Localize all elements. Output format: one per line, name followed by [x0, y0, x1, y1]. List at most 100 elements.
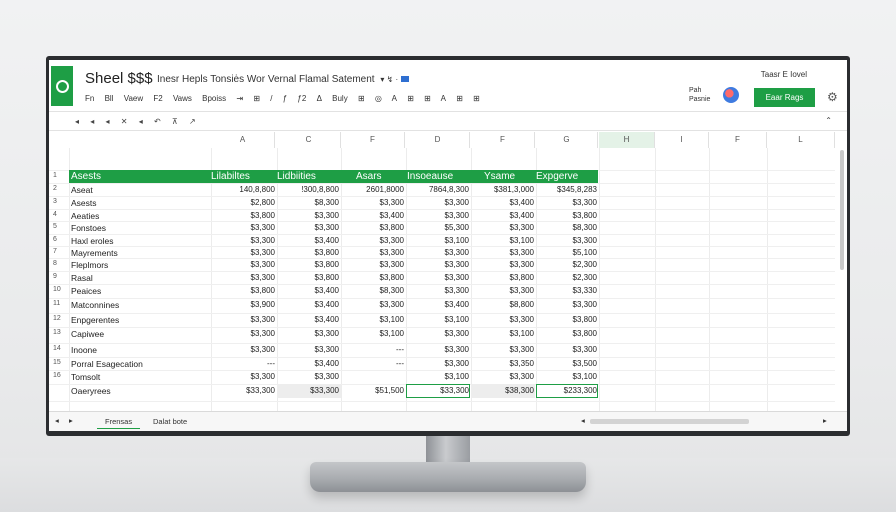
table-cell[interactable]: 140,8,800 [239, 185, 275, 194]
table-cell[interactable]: $5,300 [445, 223, 469, 232]
table-cell[interactable]: $51,500 [375, 386, 404, 395]
table-cell[interactable]: $3,300 [445, 211, 469, 220]
table-header-cell[interactable]: Asars [356, 170, 382, 183]
table-cell[interactable]: $3,300 [445, 198, 469, 207]
column-header[interactable]: D [406, 132, 470, 148]
toolbar-icon[interactable]: ⊞ [473, 94, 480, 103]
column-header[interactable]: F [471, 132, 535, 148]
undo-icon[interactable]: ◂ [75, 117, 79, 126]
row-number[interactable]: 7 [53, 248, 57, 255]
table-cell[interactable]: --- [396, 359, 404, 368]
table-cell[interactable]: $3,100 [445, 315, 469, 324]
table-cell[interactable]: $3,300 [445, 248, 469, 257]
table-cell[interactable]: $33,300 [246, 386, 275, 395]
table-cell[interactable]: $3,400 [510, 211, 534, 220]
chevron-up-icon[interactable]: ⌃ [825, 116, 832, 125]
row-number[interactable]: 10 [53, 286, 61, 293]
row-number[interactable]: 4 [53, 211, 57, 218]
row-number[interactable]: 12 [53, 315, 61, 322]
scroll-right-icon[interactable]: ▸ [823, 416, 827, 425]
table-cell[interactable]: $3,400 [315, 236, 339, 245]
row-label[interactable]: Fonstoes [71, 223, 106, 233]
table-cell[interactable]: $3,350 [510, 359, 534, 368]
chevron-right-icon[interactable]: ▸ [69, 416, 73, 425]
account-menu[interactable]: Taasr E Iovel [761, 70, 807, 79]
table-cell[interactable]: $3,300 [445, 286, 469, 295]
redo-icon[interactable]: ◂ [90, 117, 94, 126]
close-icon[interactable]: ✕ [121, 117, 128, 126]
table-cell[interactable]: $3,300 [380, 260, 404, 269]
row-label[interactable]: Aeaties [71, 211, 99, 221]
row-number[interactable]: 15 [53, 359, 61, 366]
menu-item[interactable]: Vernal Flamal Satement [268, 74, 375, 85]
table-cell[interactable]: $3,400 [315, 300, 339, 309]
table-header-cell[interactable]: Insoeause [407, 170, 453, 183]
table-cell[interactable]: $3,400 [315, 286, 339, 295]
table-cell[interactable]: $3,300 [315, 223, 339, 232]
table-cell[interactable]: $3,300 [251, 315, 275, 324]
row-number[interactable]: 8 [53, 260, 57, 267]
table-cell[interactable]: $3,300 [510, 372, 534, 381]
toolbar-item[interactable]: Bll [105, 94, 114, 103]
row-number[interactable]: 5 [53, 223, 57, 230]
table-cell[interactable]: $3,300 [380, 236, 404, 245]
table-cell[interactable]: $3,300 [251, 248, 275, 257]
table-header-cell[interactable]: Ysame [484, 170, 515, 183]
table-cell[interactable]: $3,400 [315, 315, 339, 324]
toolbar-item[interactable]: Bpoiss [202, 94, 226, 103]
row-number[interactable]: 11 [53, 300, 60, 307]
row-label[interactable]: Oaeryrees [71, 386, 111, 396]
table-cell[interactable]: $2,300 [573, 260, 597, 269]
table-cell[interactable]: $3,800 [380, 223, 404, 232]
table-header-cell[interactable]: Asests [71, 170, 101, 183]
toolbar-icon[interactable]: ⊞ [253, 94, 260, 103]
table-cell[interactable]: $3,100 [573, 372, 597, 381]
row-label[interactable]: Aseat [71, 185, 93, 195]
table-cell[interactable]: $8,300 [573, 223, 597, 232]
table-cell[interactable]: $3,800 [380, 273, 404, 282]
table-cell[interactable]: $3,400 [445, 300, 469, 309]
table-cell[interactable]: $345,8,283 [557, 185, 597, 194]
table-cell[interactable]: $3,500 [573, 359, 597, 368]
row-label[interactable]: Rasal [71, 273, 93, 283]
sheets-logo-icon[interactable] [51, 66, 73, 106]
expand-icon[interactable]: ↗ [189, 117, 196, 126]
scroll-left-icon[interactable]: ◂ [581, 416, 585, 425]
toolbar-item[interactable]: Vaws [173, 94, 192, 103]
column-header[interactable]: G [536, 132, 598, 148]
table-cell[interactable]: $3,800 [573, 329, 597, 338]
menu-item[interactable]: Inesr [157, 74, 179, 85]
table-cell[interactable]: $3,800 [573, 315, 597, 324]
row-label[interactable]: Inoone [71, 345, 97, 355]
filter-icon[interactable]: ⊼ [172, 117, 178, 126]
table-cell[interactable]: $3,800 [315, 248, 339, 257]
table-cell[interactable]: $3,300 [251, 345, 275, 354]
row-number[interactable]: 3 [53, 198, 57, 205]
table-cell[interactable]: $3,300 [573, 236, 597, 245]
table-cell[interactable]: $3,300 [251, 329, 275, 338]
gear-icon[interactable]: ⚙ [827, 90, 838, 104]
table-cell[interactable]: $3,300 [315, 329, 339, 338]
table-cell[interactable]: 2601,8000 [366, 185, 404, 194]
row-label[interactable]: Fleplmors [71, 260, 108, 270]
table-cell[interactable]: $3,300 [315, 372, 339, 381]
table-cell[interactable]: $3,330 [573, 286, 597, 295]
table-cell[interactable]: $3,300 [251, 372, 275, 381]
row-number[interactable]: 2 [53, 185, 57, 192]
row-number[interactable]: 14 [53, 345, 61, 352]
table-cell[interactable]: $3,300 [251, 260, 275, 269]
toolbar-item[interactable]: Fn [85, 94, 94, 103]
table-cell[interactable]: $3,300 [380, 198, 404, 207]
table-cell[interactable]: $3,300 [510, 315, 534, 324]
table-cell[interactable]: $3,300 [573, 300, 597, 309]
table-cell[interactable]: $3,300 [445, 359, 469, 368]
table-cell[interactable]: $3,100 [380, 329, 404, 338]
table-cell[interactable]: $3,100 [510, 236, 534, 245]
table-cell[interactable]: $3,300 [510, 223, 534, 232]
toolbar-icon[interactable]: ⊞ [358, 94, 365, 103]
toolbar-icon[interactable]: ƒ2 [297, 94, 306, 103]
row-label[interactable]: Peaices [71, 286, 101, 296]
column-header[interactable]: C [277, 132, 341, 148]
row-number[interactable]: 6 [53, 236, 57, 243]
table-cell[interactable]: $3,300 [510, 345, 534, 354]
